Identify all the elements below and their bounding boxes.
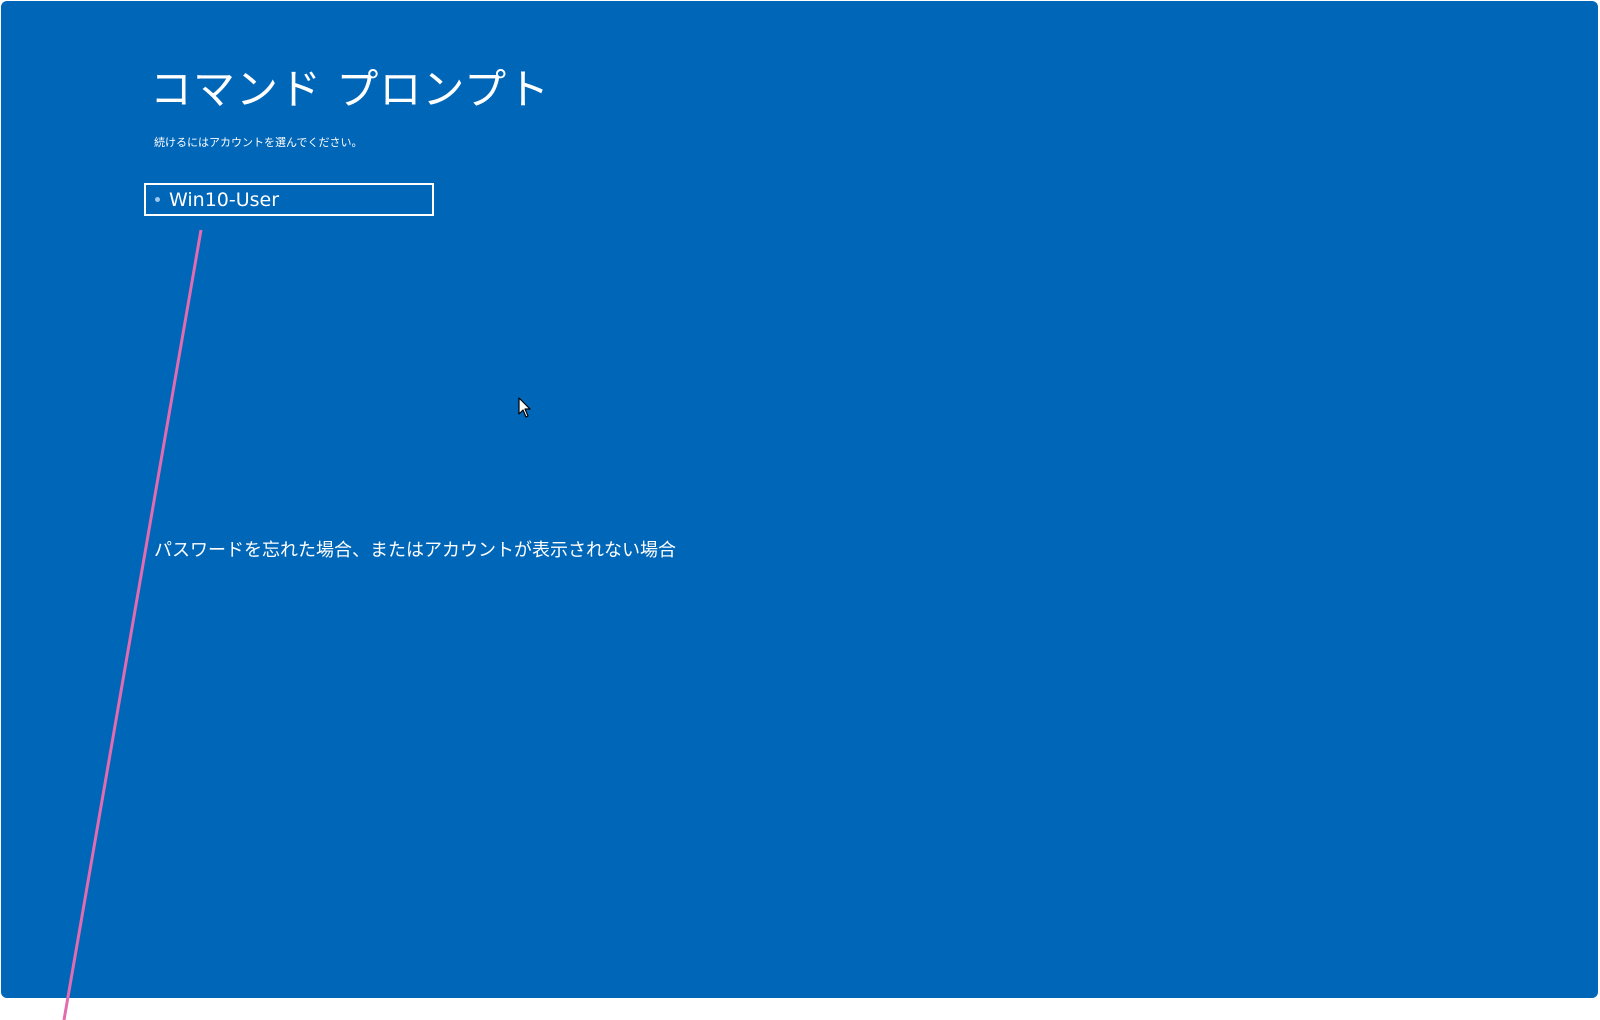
dot-icon bbox=[155, 197, 160, 202]
account-button-win10-user[interactable]: Win10-User bbox=[144, 183, 434, 216]
account-name: Win10-User bbox=[169, 188, 280, 211]
mouse-pointer-icon bbox=[518, 397, 531, 418]
page-subtitle: 続けるにはアカウントを選んでください。 bbox=[154, 136, 363, 149]
forgot-password-link[interactable]: パスワードを忘れた場合、またはアカウントが表示されない場合 bbox=[154, 536, 676, 562]
recovery-screen: コマンド プロンプト 続けるにはアカウントを選んでください。 Win10-Use… bbox=[1, 1, 1598, 998]
page-title: コマンド プロンプト bbox=[150, 65, 551, 114]
